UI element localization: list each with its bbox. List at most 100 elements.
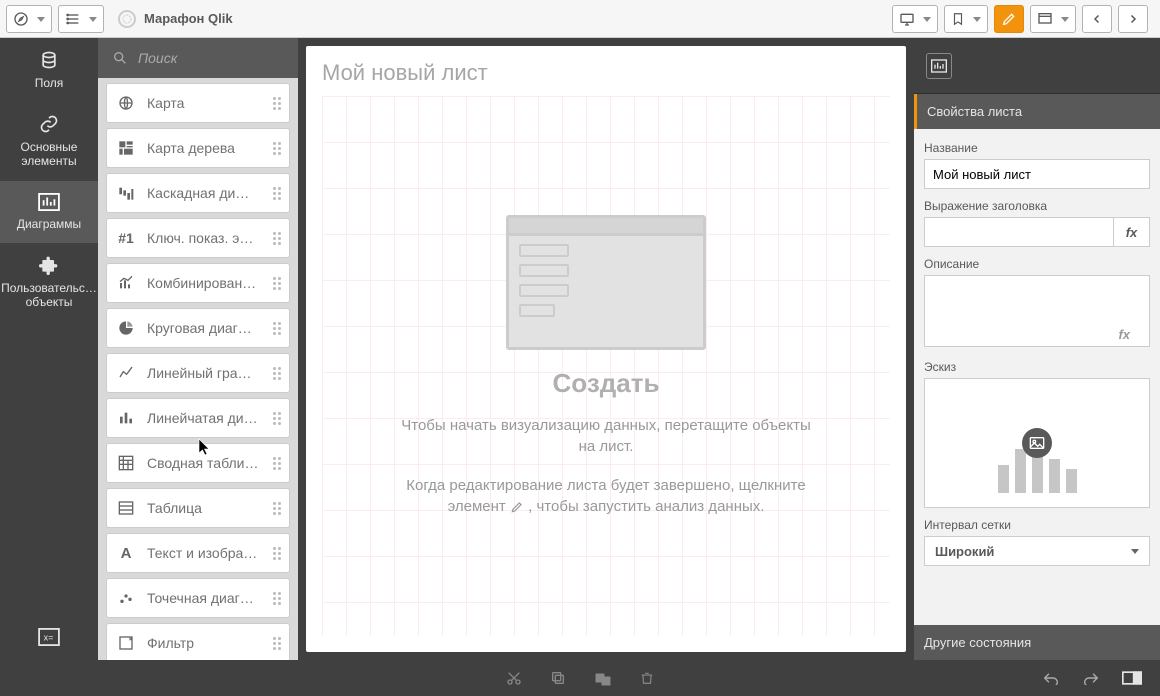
asset-item[interactable]: Каскадная ди… [106, 173, 290, 213]
properties-header: Свойства листа [914, 94, 1160, 129]
prop-name-input[interactable] [924, 159, 1150, 189]
grip-icon [273, 322, 281, 335]
asset-item[interactable]: Карта [106, 83, 290, 123]
grip-icon [273, 232, 281, 245]
grip-icon [273, 547, 281, 560]
image-icon [1022, 428, 1052, 458]
bottom-toolbar [0, 660, 1160, 696]
nav-compass-button[interactable] [6, 5, 52, 33]
asset-item[interactable]: Линейный гра… [106, 353, 290, 393]
hint-2: Когда редактирование листа будет заверше… [396, 475, 816, 517]
rail-fields[interactable]: Поля [0, 38, 98, 102]
asset-item[interactable]: Линейчатая ди… [106, 398, 290, 438]
search-icon [112, 50, 128, 66]
grip-icon [273, 367, 281, 380]
rail-variables[interactable]: x= [0, 618, 98, 660]
pie-icon [115, 320, 137, 336]
asset-label: Точечная диаг… [147, 590, 273, 606]
sheets-button[interactable] [1030, 5, 1076, 33]
bar-icon [115, 410, 137, 426]
top-toolbar: Марафон Qlik [0, 0, 1160, 38]
prop-thumb-label: Эскиз [924, 360, 1150, 374]
rail-charts-label: Диаграммы [17, 217, 81, 231]
prev-sheet-button[interactable] [1082, 5, 1112, 33]
sheet-grid[interactable]: Создать Чтобы начать визуализацию данных… [322, 96, 890, 636]
toggle-panel-button[interactable] [1122, 671, 1142, 685]
chevron-down-icon [37, 17, 45, 22]
prop-desc-label: Описание [924, 257, 1150, 271]
copy-button[interactable] [550, 670, 566, 686]
rail-custom-label: Пользовательс… объекты [1, 281, 97, 310]
text-icon: A [115, 545, 137, 562]
grip-icon [273, 97, 281, 110]
asset-item[interactable]: A Текст и изобра… [106, 533, 290, 573]
pencil-icon [510, 500, 524, 514]
bookmarks-button[interactable] [944, 5, 988, 33]
prop-thumbnail[interactable] [924, 378, 1150, 508]
redo-button[interactable] [1082, 671, 1100, 685]
cut-button[interactable] [506, 670, 522, 686]
rail-charts[interactable]: Диаграммы [0, 181, 98, 243]
chevron-down-icon [973, 17, 981, 22]
app-icon [118, 10, 136, 28]
app-title: Марафон Qlik [144, 11, 233, 26]
storytelling-button[interactable] [892, 5, 938, 33]
asset-label: Линейный гра… [147, 365, 273, 381]
grip-icon [273, 637, 281, 650]
search-bar[interactable] [98, 38, 298, 78]
asset-label: Карта [147, 95, 273, 111]
prop-title-expr-input[interactable] [924, 217, 1114, 247]
filter-icon [115, 635, 137, 651]
asset-label: Текст и изобра… [147, 545, 273, 561]
asset-item[interactable]: Комбинирован… [106, 263, 290, 303]
asset-item[interactable]: Точечная диаг… [106, 578, 290, 618]
asset-label: Фильтр [147, 635, 273, 651]
grip-icon [273, 592, 281, 605]
asset-item[interactable]: Карта дерева [106, 128, 290, 168]
chevron-down-icon [923, 17, 931, 22]
asset-item[interactable]: Круговая диаг… [106, 308, 290, 348]
waterfall-icon [115, 185, 137, 201]
chart-icon [38, 193, 60, 211]
left-rail: Поля Основные элементы Диаграммы Пользов… [0, 38, 98, 660]
asset-item[interactable]: Сводная табли… [106, 443, 290, 483]
prop-desc-input[interactable] [924, 275, 1150, 347]
asset-label: Круговая диаг… [147, 320, 273, 336]
create-label: Создать [553, 368, 660, 399]
link-icon [39, 114, 59, 134]
asset-item[interactable]: Фильтр [106, 623, 290, 660]
asset-label: Линейчатая ди… [147, 410, 273, 426]
rail-custom-objects[interactable]: Пользовательс… объекты [0, 243, 98, 322]
sheet-title: Мой новый лист [306, 46, 906, 96]
pivot-icon [115, 455, 137, 471]
prop-other-states[interactable]: Другие состояния [914, 625, 1160, 660]
fx-button[interactable]: fx [1114, 217, 1150, 247]
chevron-down-icon [89, 17, 97, 22]
search-input[interactable] [138, 50, 284, 66]
delete-button[interactable] [640, 670, 654, 686]
combo-icon [115, 275, 137, 291]
asset-label: Таблица [147, 500, 273, 516]
chevron-down-icon [1131, 549, 1139, 554]
prop-title-expr-label: Выражение заголовка [924, 199, 1150, 213]
prop-grid-select[interactable]: Широкий [924, 536, 1150, 566]
assets-dropdown-button[interactable] [58, 5, 104, 33]
sheet-canvas[interactable]: Мой новый лист Создать Чтобы начать ви [306, 46, 906, 652]
assets-panel: Карта Карта дерева Каскадная ди… #1Ключ. по… [98, 38, 298, 660]
undo-button[interactable] [1042, 671, 1060, 685]
edit-sheet-button[interactable] [994, 5, 1024, 33]
scatter-icon [115, 590, 137, 606]
globe-icon [115, 95, 137, 111]
puzzle-icon [39, 255, 59, 275]
asset-item[interactable]: Таблица [106, 488, 290, 528]
asset-label: Ключ. показ. э… [147, 230, 273, 246]
line-icon [115, 365, 137, 381]
grip-icon [273, 142, 281, 155]
rail-master-label: Основные элементы [4, 140, 94, 169]
rail-master-items[interactable]: Основные элементы [0, 102, 98, 181]
properties-tab-sheet[interactable] [926, 53, 952, 79]
next-sheet-button[interactable] [1118, 5, 1148, 33]
paste-button[interactable] [594, 670, 612, 686]
asset-item[interactable]: #1Ключ. показ. э… [106, 218, 290, 258]
properties-panel: Свойства листа Название Выражение заголо… [914, 38, 1160, 660]
